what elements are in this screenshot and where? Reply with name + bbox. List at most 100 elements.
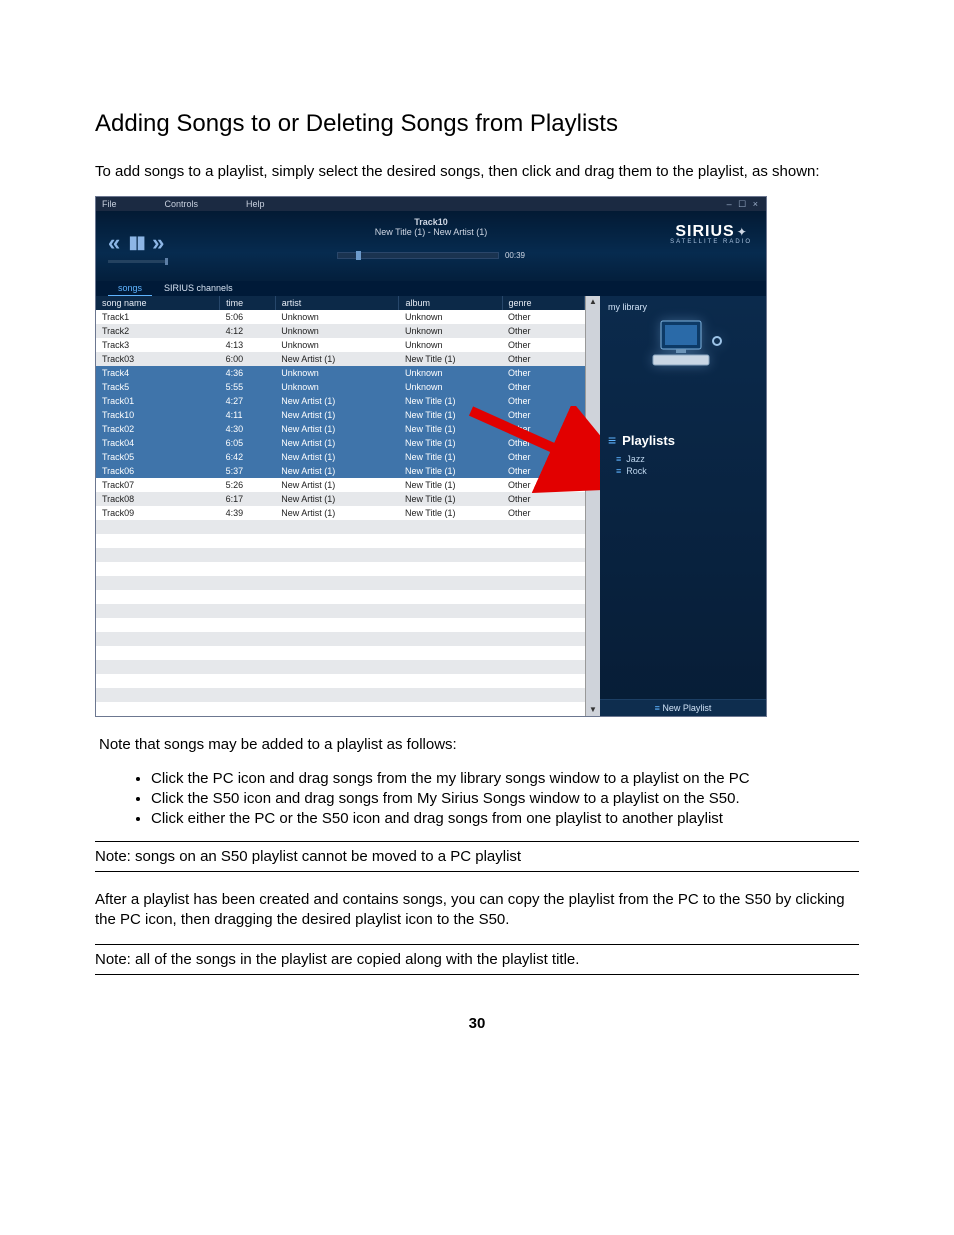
tabs: songs SIRIUS channels [96, 281, 766, 296]
note-text: Note: all of the songs in the playlist a… [95, 951, 579, 968]
table-row[interactable]: Track55:55UnknownUnknownOther [96, 380, 585, 394]
table-row[interactable]: Track075:26New Artist (1)New Title (1)Ot… [96, 478, 585, 492]
cell-time: 5:26 [220, 478, 276, 492]
cell-genre: Other [502, 366, 585, 380]
new-playlist-button[interactable]: ≡ New Playlist [600, 699, 766, 716]
playlists-header: ≡ Playlists [608, 432, 758, 448]
col-album[interactable]: album [399, 296, 502, 310]
playlist-item-icon: ≡ [616, 454, 621, 464]
playlist-item-rock[interactable]: ≡ Rock [616, 466, 758, 476]
cell-time: 4:11 [220, 408, 276, 422]
scroll-down-icon[interactable]: ▼ [589, 704, 597, 716]
cell-time: 5:55 [220, 380, 276, 394]
note-box: Note: songs on an S50 playlist cannot be… [95, 841, 859, 872]
page-number: 30 [95, 1015, 859, 1032]
col-genre[interactable]: genre [502, 296, 585, 310]
cell-genre: Other [502, 310, 585, 324]
progress-bar[interactable] [337, 252, 499, 259]
logo-tagline: SATELLITE RADIO [670, 239, 752, 245]
table-row[interactable]: Track065:37New Artist (1)New Title (1)Ot… [96, 464, 585, 478]
cell-genre: Other [502, 324, 585, 338]
table-row[interactable]: Track036:00New Artist (1)New Title (1)Ot… [96, 352, 585, 366]
cell-artist: New Artist (1) [275, 394, 399, 408]
cell-album: Unknown [399, 324, 502, 338]
pause-icon[interactable]: ▮▮ [128, 232, 144, 253]
cell-genre: Other [502, 478, 585, 492]
cell-name: Track09 [96, 506, 220, 520]
table-row-empty [96, 646, 585, 660]
playlist-item-icon: ≡ [616, 466, 621, 476]
table-row[interactable]: Track15:06UnknownUnknownOther [96, 310, 585, 324]
table-row[interactable]: Track44:36UnknownUnknownOther [96, 366, 585, 380]
prev-icon[interactable]: « [108, 230, 120, 256]
cell-album: New Title (1) [399, 436, 502, 450]
cell-genre: Other [502, 394, 585, 408]
cell-genre: Other [502, 408, 585, 422]
cell-name: Track4 [96, 366, 220, 380]
col-artist[interactable]: artist [275, 296, 399, 310]
table-row-empty [96, 604, 585, 618]
cell-genre: Other [502, 464, 585, 478]
col-time[interactable]: time [220, 296, 276, 310]
tab-channels[interactable]: SIRIUS channels [154, 281, 243, 296]
cell-artist: Unknown [275, 310, 399, 324]
playlist-item-label: Rock [626, 466, 647, 476]
cell-name: Track08 [96, 492, 220, 506]
table-row[interactable]: Track014:27New Artist (1)New Title (1)Ot… [96, 394, 585, 408]
player-header: « ▮▮ » Track10 New Title (1) - New Artis… [96, 211, 766, 281]
menu-file[interactable]: File [102, 197, 117, 211]
songs-table-zone: song name time artist album genre Track1… [96, 296, 585, 716]
pc-icon[interactable] [608, 316, 758, 372]
cell-genre: Other [502, 352, 585, 366]
cell-album: New Title (1) [399, 408, 502, 422]
cell-artist: New Artist (1) [275, 464, 399, 478]
cell-album: New Title (1) [399, 394, 502, 408]
table-row-empty [96, 632, 585, 646]
volume-slider[interactable] [108, 260, 168, 263]
playlist-item-jazz[interactable]: ≡ Jazz [616, 454, 758, 464]
table-row-empty [96, 576, 585, 590]
cell-time: 6:42 [220, 450, 276, 464]
my-library-label[interactable]: my library [608, 302, 758, 312]
cell-name: Track06 [96, 464, 220, 478]
table-row[interactable]: Track34:13UnknownUnknownOther [96, 338, 585, 352]
table-row[interactable]: Track024:30New Artist (1)New Title (1)Ot… [96, 422, 585, 436]
cell-name: Track05 [96, 450, 220, 464]
menu-controls[interactable]: Controls [165, 197, 199, 211]
cell-artist: New Artist (1) [275, 352, 399, 366]
table-row[interactable]: Track094:39New Artist (1)New Title (1)Ot… [96, 506, 585, 520]
cell-artist: Unknown [275, 380, 399, 394]
app-window: – ☐ × File Controls Help « ▮▮ » Track10 [95, 196, 767, 717]
menu-help[interactable]: Help [246, 197, 265, 211]
cell-artist: Unknown [275, 324, 399, 338]
table-row[interactable]: Track046:05New Artist (1)New Title (1)Ot… [96, 436, 585, 450]
cell-album: New Title (1) [399, 506, 502, 520]
table-row[interactable]: Track086:17New Artist (1)New Title (1)Ot… [96, 492, 585, 506]
list-item: Click the PC icon and drag songs from th… [151, 770, 859, 787]
cell-time: 4:13 [220, 338, 276, 352]
cell-name: Track04 [96, 436, 220, 450]
table-row[interactable]: Track104:11New Artist (1)New Title (1)Ot… [96, 408, 585, 422]
cell-name: Track03 [96, 352, 220, 366]
scrollbar[interactable]: ▲ ▼ [585, 296, 600, 716]
playlist-icon: ≡ [608, 432, 616, 448]
cell-album: New Title (1) [399, 450, 502, 464]
next-icon[interactable]: » [152, 230, 164, 256]
cell-artist: New Artist (1) [275, 422, 399, 436]
scroll-up-icon[interactable]: ▲ [589, 296, 597, 308]
table-row[interactable]: Track24:12UnknownUnknownOther [96, 324, 585, 338]
tab-songs[interactable]: songs [108, 281, 152, 296]
cell-album: Unknown [399, 338, 502, 352]
table-row[interactable]: Track056:42New Artist (1)New Title (1)Ot… [96, 450, 585, 464]
table-row-empty [96, 702, 585, 716]
cell-genre: Other [502, 492, 585, 506]
list-item: Click either the PC or the S50 icon and … [151, 810, 859, 827]
cell-name: Track02 [96, 422, 220, 436]
cell-album: New Title (1) [399, 492, 502, 506]
cell-time: 6:00 [220, 352, 276, 366]
cell-artist: New Artist (1) [275, 450, 399, 464]
cell-name: Track3 [96, 338, 220, 352]
col-song-name[interactable]: song name [96, 296, 220, 310]
window-controls[interactable]: – ☐ × [727, 199, 760, 210]
cell-name: Track5 [96, 380, 220, 394]
